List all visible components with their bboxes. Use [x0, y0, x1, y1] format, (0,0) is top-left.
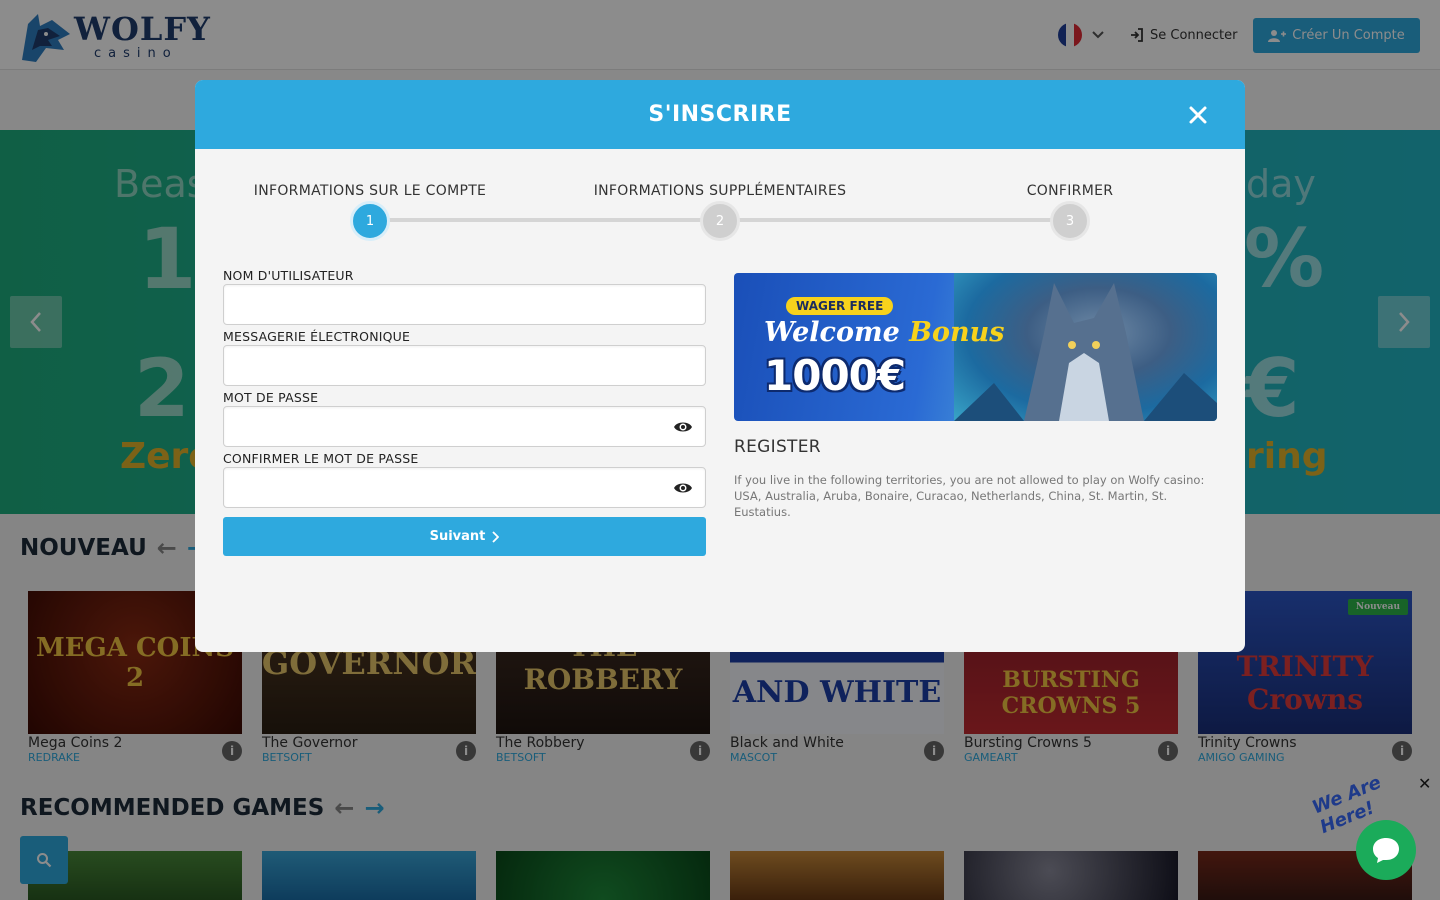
welcome-bonus-banner[interactable]: WAGER FREE Welcome Bonus 1000€ [734, 273, 1217, 421]
modal-title: S'INSCRIRE [648, 102, 792, 127]
step-indicator: 2 [700, 201, 740, 241]
welcome-word: Welcome [764, 317, 900, 348]
chat-close-icon[interactable]: ✕ [1418, 774, 1431, 793]
email-field-wrapper [223, 345, 706, 386]
username-field-wrapper [223, 284, 706, 325]
username-input[interactable] [224, 285, 705, 324]
step-label: CONFIRMER [1026, 183, 1114, 199]
password-label: MOT DE PASSE [223, 390, 319, 405]
welcome-bonus-text: Welcome Bonus [764, 317, 1004, 348]
confirm-password-field-wrapper [223, 467, 706, 508]
eye-icon[interactable] [673, 480, 693, 496]
email-label: MESSAGERIE ÉLECTRONIQUE [223, 329, 411, 344]
password-input[interactable] [224, 407, 705, 446]
wager-free-badge: WAGER FREE [786, 297, 894, 315]
modal-header: S'INSCRIRE [195, 80, 1245, 149]
restricted-territories-text: If you live in the following territories… [734, 473, 1205, 519]
close-icon[interactable] [1187, 104, 1209, 126]
next-button[interactable]: Suivant [223, 517, 706, 556]
chat-icon [1373, 838, 1399, 863]
signup-modal: S'INSCRIRE INFORMATIONS SUR LE COMPTE IN… [195, 80, 1245, 652]
username-label: NOM D'UTILISATEUR [223, 268, 354, 283]
confirm-password-label: CONFIRMER LE MOT DE PASSE [223, 451, 419, 466]
confirm-password-input[interactable] [224, 468, 705, 507]
chevron-right-icon [492, 530, 500, 543]
register-title: REGISTER [734, 437, 821, 457]
step-indicator: 1 [350, 201, 390, 241]
bonus-word: Bonus [909, 317, 1005, 348]
bonus-amount: 1000€ [764, 351, 906, 400]
email-input[interactable] [224, 346, 705, 385]
step-label: INFORMATIONS SUR LE COMPTE [253, 183, 487, 199]
chat-button[interactable] [1356, 820, 1416, 880]
password-field-wrapper [223, 406, 706, 447]
next-label: Suivant [429, 529, 486, 544]
eye-icon[interactable] [673, 419, 693, 435]
step-indicator: 3 [1050, 201, 1090, 241]
step-label: INFORMATIONS SUPPLÉMENTAIRES [593, 183, 847, 199]
